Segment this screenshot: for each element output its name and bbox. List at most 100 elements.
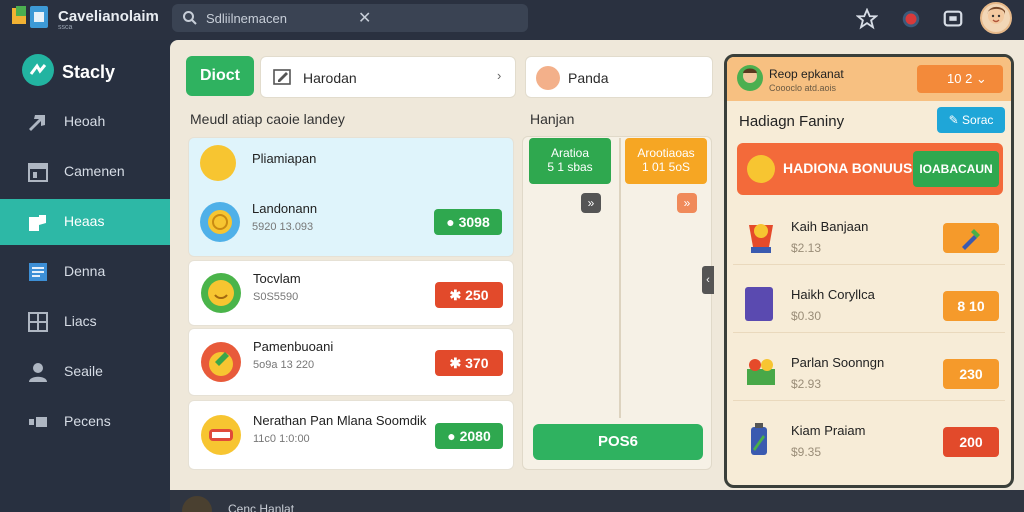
reward-item[interactable]: Kaih Banjaan $2.13: [733, 205, 1005, 265]
reward-price-badge[interactable]: 200: [943, 427, 999, 457]
sidebar-item-denna[interactable]: Denna: [0, 249, 170, 295]
tile-title: Aratioa: [550, 146, 590, 160]
list-item[interactable]: Pliamiapan: [188, 137, 514, 187]
reward-title: Kiam Praiam: [791, 423, 866, 438]
reward-title: Parlan Soonngn: [791, 355, 885, 370]
price-value: 250: [465, 287, 489, 303]
right-panel: Reop epkanat Coooclo atd.aois 10 2 ⌄ Had…: [724, 54, 1014, 488]
price-badge[interactable]: ● 3098: [434, 209, 502, 235]
sidebar-item-label: Liacs: [64, 313, 97, 329]
item-subtitle: 11c0 1:0:00: [253, 433, 310, 445]
price-value: 2080: [459, 428, 491, 444]
price-badge[interactable]: ● 2080: [435, 423, 503, 449]
app-logo-icon: [10, 4, 56, 30]
document-icon: [26, 261, 50, 283]
treasure-icon: [743, 355, 779, 389]
smiley-icon: [200, 145, 236, 181]
column-tile-arootiaoas[interactable]: Arootiaoas 1 01 5oS: [625, 138, 707, 184]
search-bar[interactable]: Sdliilnemacen ✕: [172, 4, 528, 32]
price-badge[interactable]: ✱ 250: [435, 282, 503, 308]
list-item[interactable]: Landonann 5920 13.093 ● 3098: [188, 190, 514, 256]
mid-section-label: Hanjan: [530, 111, 575, 127]
header-value: 10 2: [947, 71, 973, 86]
save-button[interactable]: ✎ Sorac: [937, 107, 1005, 133]
potion-icon: [745, 421, 773, 459]
tile-subtitle: 1 01 5oS: [641, 160, 691, 174]
smile-coin-icon: [201, 273, 241, 313]
header-dropdown[interactable]: 10 2 ⌄: [917, 65, 1003, 93]
chevron-right-icon: ›: [497, 68, 502, 83]
item-subtitle: 5920 13.093: [252, 221, 314, 233]
section-title: Hadiagn Faniny: [739, 113, 845, 130]
list-item[interactable]: Pamenbuoani 5o9a 13 220 ✱ 370: [188, 328, 514, 396]
bonus-button[interactable]: IOABACAUN: [913, 151, 999, 187]
reward-item[interactable]: Parlan Soonngn $2.93 230: [733, 341, 1005, 401]
sidebar-item-heoah[interactable]: Heoah: [0, 99, 170, 145]
tag-icon: [26, 211, 50, 233]
item-title: Pamenbuoani: [253, 339, 334, 354]
tile-subtitle: 5 1 sbas: [547, 160, 593, 174]
bonus-text: HADIONA BONUUS: [783, 160, 913, 176]
reward-price-badge[interactable]: 230: [943, 359, 999, 389]
notification-icon[interactable]: [900, 8, 922, 30]
sidebar-item-label: Heoah: [64, 113, 106, 129]
card-icon: [745, 287, 773, 321]
coin-icon: [200, 202, 240, 242]
trophy-icon: [743, 217, 779, 257]
list-item[interactable]: Nerathan Pan Mlana Soomdik 11c0 1:0:00 ●…: [188, 400, 514, 470]
selector-label: Harodan: [303, 70, 357, 86]
middle-panel: [522, 136, 712, 470]
edit-icon: [273, 68, 293, 86]
footer-bar: Cenc Hanlat: [170, 490, 1024, 512]
leaf-icon: [201, 342, 241, 382]
tool-icon[interactable]: [943, 223, 999, 253]
post-button[interactable]: POS6: [533, 424, 703, 460]
sidebar-item-camenen[interactable]: Camenen: [0, 149, 170, 195]
dots-icon: [26, 411, 50, 433]
footer-avatar-icon: [182, 496, 212, 512]
reward-price-badge[interactable]: 8 10: [943, 291, 999, 321]
sidebar-item-label: Heaas: [64, 213, 105, 229]
list-section-label: Meudl atiap caoie landey: [190, 111, 345, 127]
column-tile-aratioa[interactable]: Aratioa 5 1 sbas: [529, 138, 611, 184]
search-input[interactable]: Sdliilnemacen: [206, 11, 287, 26]
grid-icon: [26, 311, 50, 333]
chat-icon[interactable]: [942, 8, 964, 30]
sidebar-item-liacs[interactable]: Liacs: [0, 299, 170, 345]
selector-harodan[interactable]: Harodan ›: [260, 56, 516, 98]
sidebar-item-label: Camenen: [64, 163, 125, 179]
expand-icon[interactable]: »: [581, 193, 601, 213]
reward-title: Kaih Banjaan: [791, 219, 869, 234]
expand-icon[interactable]: »: [677, 193, 697, 213]
sidebar-item-label: Denna: [64, 263, 106, 279]
reward-item[interactable]: Haikh Coryllca $0.30 8 10: [733, 273, 1005, 333]
direct-button[interactable]: Dioct: [186, 56, 254, 96]
item-title: Tocvlam: [253, 271, 301, 286]
reward-item[interactable]: Kiam Praiam $9.35 200: [733, 409, 1005, 469]
sidebar-item-seaile[interactable]: Seaile: [0, 349, 170, 395]
search-icon: [182, 10, 198, 26]
sidebar-item-heaas[interactable]: Heaas: [0, 199, 170, 245]
sidebar-item-pecens[interactable]: Pecens: [0, 399, 170, 445]
reward-price: $0.30: [791, 309, 822, 323]
header-title: Reop epkanat: [769, 67, 844, 81]
arrow-icon: [26, 111, 50, 133]
smiley-icon: [747, 155, 775, 183]
reward-title: Haikh Coryllca: [791, 287, 875, 302]
sidebar-item-label: Seaile: [64, 363, 103, 379]
list-item[interactable]: Tocvlam S0S5590 ✱ 250: [188, 260, 514, 326]
app-subtitle: ssca: [58, 24, 73, 31]
price-badge[interactable]: ✱ 370: [435, 350, 503, 376]
footer-label: Cenc Hanlat: [228, 502, 295, 512]
collapse-handle[interactable]: ‹: [702, 266, 714, 294]
avatar[interactable]: [980, 2, 1012, 34]
selector-panda[interactable]: Panda: [525, 56, 713, 98]
panda-avatar-icon: [536, 66, 560, 90]
robot-face-icon: [201, 415, 241, 455]
star-icon[interactable]: [855, 7, 879, 30]
selector-label: Panda: [568, 70, 609, 86]
item-title: Nerathan Pan Mlana Soomdik: [253, 413, 427, 428]
clear-search-icon[interactable]: ✕: [358, 8, 371, 28]
brand-logo-icon: [22, 54, 54, 86]
item-title: Pliamiapan: [252, 151, 317, 166]
